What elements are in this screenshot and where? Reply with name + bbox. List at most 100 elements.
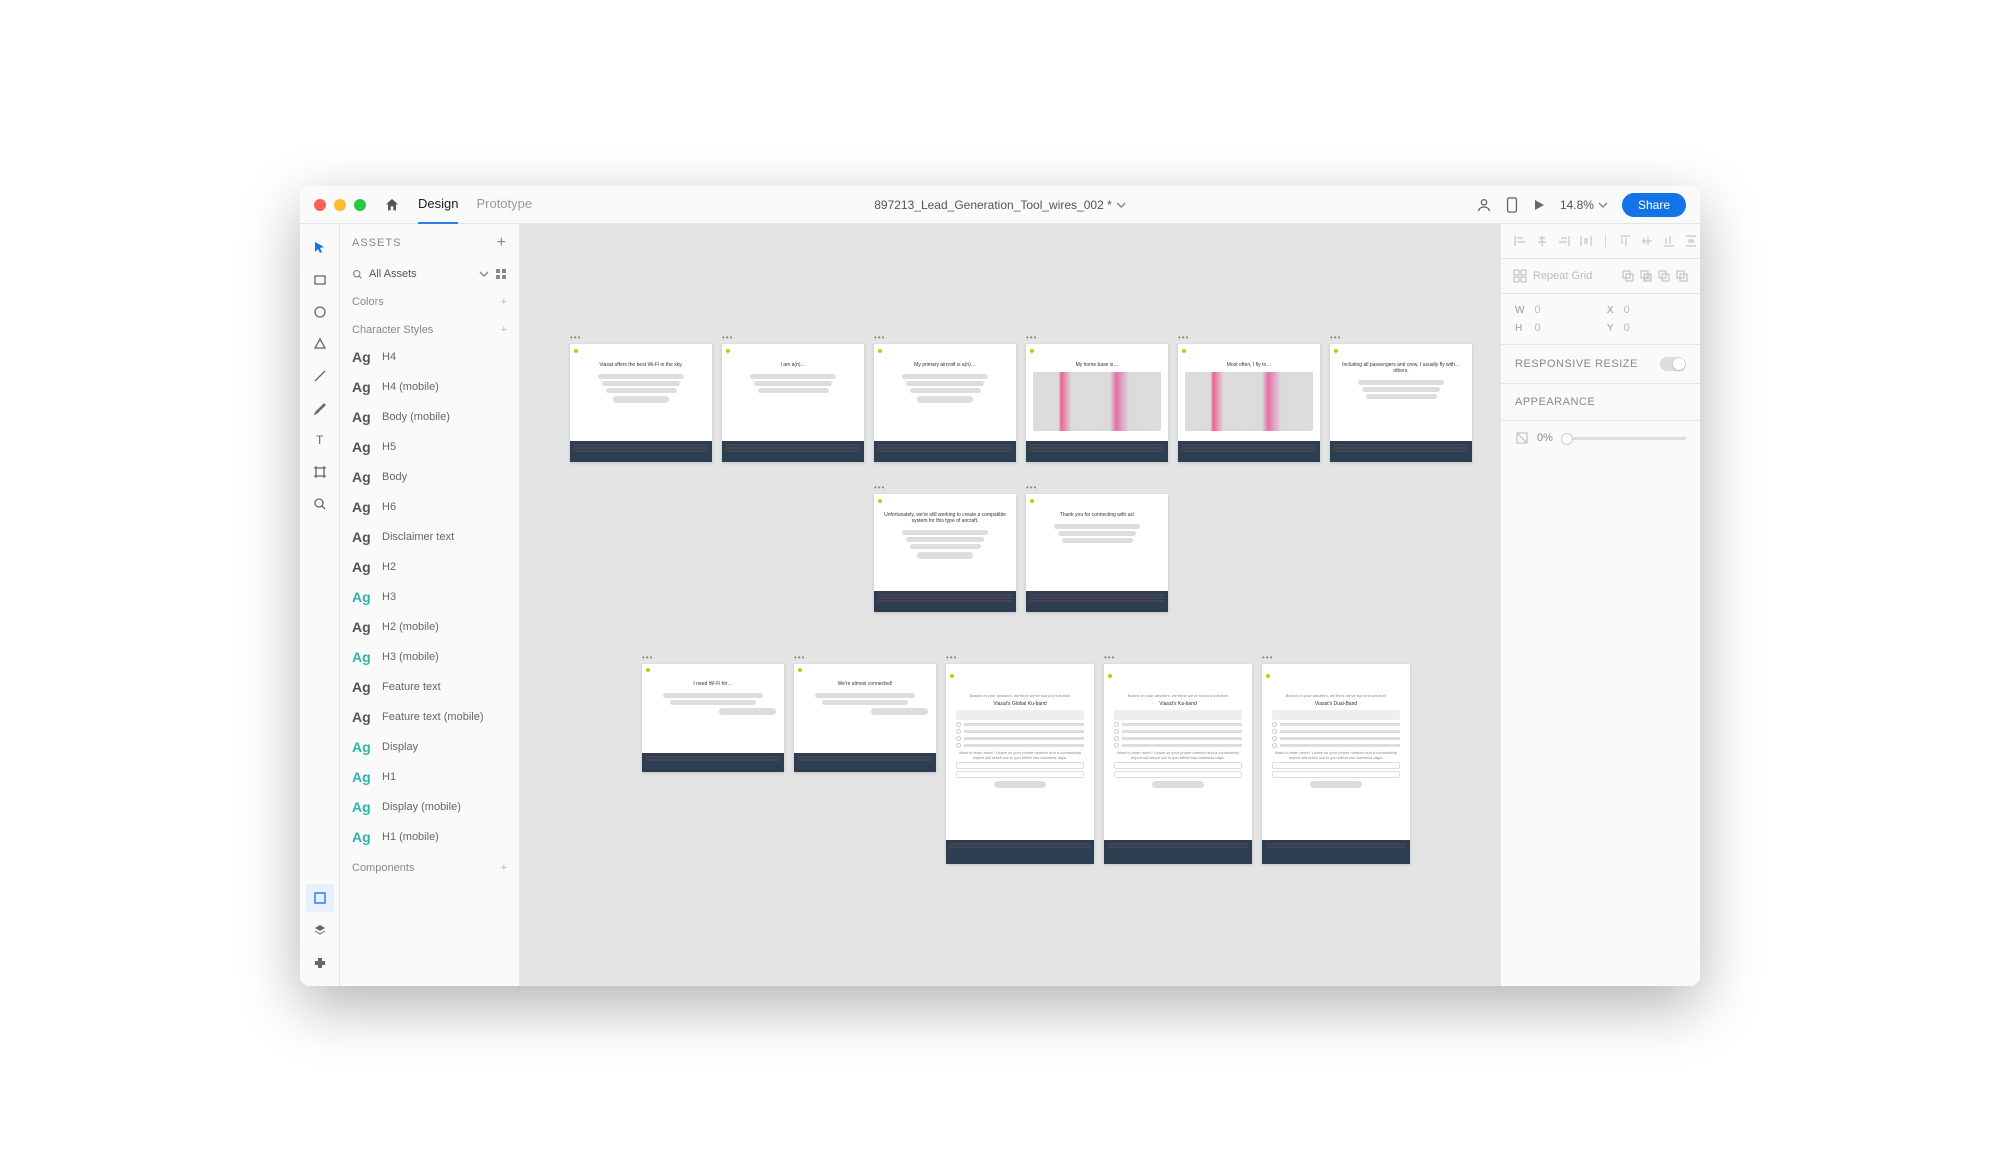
character-style-item[interactable]: AgH5 [340,432,519,462]
artboard[interactable]: Unfortunately, we're still working to cr… [874,494,1016,612]
character-style-item[interactable]: AgH3 [340,582,519,612]
play-icon[interactable] [1532,198,1546,212]
artboard-title: Based on your answers, we think we've fo… [1114,693,1242,698]
home-icon[interactable] [384,197,400,213]
zoom-level[interactable]: 14.8% [1560,198,1608,212]
polygon-tool[interactable] [306,330,334,358]
artboard[interactable]: Most often, I fly to… [1178,344,1320,462]
line-tool[interactable] [306,362,334,390]
character-style-item[interactable]: AgH1 (mobile) [340,822,519,852]
bool-intersect-icon[interactable] [1658,270,1670,282]
character-style-item[interactable]: AgH6 [340,492,519,522]
x-label: X [1607,305,1614,316]
bool-subtract-icon[interactable] [1640,270,1652,282]
user-icon[interactable] [1476,197,1492,213]
artboard[interactable]: Based on your answers, we think we've fo… [1262,664,1410,864]
character-style-item[interactable]: AgH2 [340,552,519,582]
character-style-item[interactable]: Ag H2 (mobile) [340,612,519,642]
style-label: Feature text (mobile) [382,711,483,723]
align-bottom-icon[interactable] [1662,234,1676,248]
character-style-item[interactable]: AgH4 (mobile) [340,372,519,402]
repeat-grid-label: Repeat Grid [1533,270,1592,282]
add-style-button[interactable]: + [501,324,507,336]
character-style-item[interactable]: AgBody [340,462,519,492]
artboard[interactable]: Including all passengers and crew, I usu… [1330,344,1472,462]
align-center-v-icon[interactable] [1640,234,1654,248]
character-style-item[interactable]: AgH4 [340,342,519,372]
distribute-v-icon[interactable] [1684,234,1698,248]
w-value[interactable]: 0 [1534,304,1596,316]
artboard-cta: Want to learn more? Leave us your phone … [1114,750,1242,760]
responsive-toggle[interactable] [1660,357,1686,371]
bool-exclude-icon[interactable] [1676,270,1688,282]
character-style-item[interactable]: AgDisplay [340,732,519,762]
chevron-down-icon [1116,200,1126,210]
bool-add-icon[interactable] [1622,270,1634,282]
device-preview-icon[interactable] [1506,197,1518,213]
tab-prototype[interactable]: Prototype [476,186,532,224]
artboard[interactable]: I need Wi-Fi for… [642,664,784,772]
colors-section-header[interactable]: Colors + [340,286,519,314]
plugins-panel-toggle[interactable] [306,948,334,976]
components-section-header[interactable]: Components + [340,852,519,880]
x-value[interactable]: 0 [1624,304,1686,316]
opacity-icon [1515,431,1529,445]
tab-design[interactable]: Design [418,186,458,224]
character-styles-section-header[interactable]: Character Styles + [340,314,519,342]
opacity-value[interactable]: 0% [1537,432,1553,444]
artboard[interactable]: Thank you for connecting with us! [1026,494,1168,612]
assets-filter-label: All Assets [369,268,473,280]
assets-panel-toggle[interactable] [306,884,334,912]
distribute-h-icon[interactable] [1579,234,1593,248]
artboard-tool[interactable] [306,458,334,486]
artboard[interactable]: My primary aircraft is a(n)… [874,344,1016,462]
repeat-grid-button[interactable]: Repeat Grid [1513,269,1612,283]
add-color-button[interactable]: + [501,296,507,308]
close-window-button[interactable] [314,199,326,211]
add-component-button[interactable]: + [501,862,507,874]
assets-header: ASSETS + [340,224,519,262]
share-button[interactable]: Share [1622,193,1686,217]
character-styles-label: Character Styles [352,324,433,336]
assets-filter[interactable]: All Assets [340,262,519,286]
artboard[interactable]: Based on your answers, we think we've fo… [946,664,1094,864]
layers-panel-toggle[interactable] [306,916,334,944]
character-style-item[interactable]: AgBody (mobile) [340,402,519,432]
h-value[interactable]: 0 [1534,322,1596,334]
character-style-item[interactable]: AgH1 [340,762,519,792]
opacity-slider[interactable] [1561,437,1686,440]
add-asset-button[interactable]: + [497,234,507,252]
zoom-tool[interactable] [306,490,334,518]
align-left-icon[interactable] [1513,234,1527,248]
document-title-text: 897213_Lead_Generation_Tool_wires_002 * [874,198,1112,212]
artboard[interactable]: Viasat offers the best Wi-Fi in the sky. [570,344,712,462]
grid-view-icon[interactable] [495,268,507,280]
text-tool[interactable]: T [306,426,334,454]
rectangle-tool[interactable] [306,266,334,294]
select-tool[interactable] [306,234,334,262]
artboard[interactable]: Based on your answers, we think we've fo… [1104,664,1252,864]
style-thumb: Ag [352,619,372,635]
align-top-icon[interactable] [1618,234,1632,248]
artboard-title: My primary aircraft is a(n)… [874,358,1016,372]
maximize-window-button[interactable] [354,199,366,211]
character-style-item[interactable]: AgH3 (mobile) [340,642,519,672]
minimize-window-button[interactable] [334,199,346,211]
style-label: Display (mobile) [382,801,461,813]
character-style-item[interactable]: AgFeature text [340,672,519,702]
character-style-item[interactable]: AgFeature text (mobile) [340,702,519,732]
ellipse-tool[interactable] [306,298,334,326]
align-center-h-icon[interactable] [1535,234,1549,248]
align-right-icon[interactable] [1557,234,1571,248]
style-thumb: Ag [352,529,372,545]
y-value[interactable]: 0 [1624,322,1686,334]
character-style-item[interactable]: AgDisplay (mobile) [340,792,519,822]
style-label: H2 (mobile) [382,621,439,633]
artboard[interactable]: My home base is… [1026,344,1168,462]
document-title[interactable]: 897213_Lead_Generation_Tool_wires_002 * [874,198,1126,212]
character-style-item[interactable]: AgDisclaimer text [340,522,519,552]
artboard[interactable]: I am a(n)… [722,344,864,462]
artboard[interactable]: We're almost connected! [794,664,936,772]
pen-tool[interactable] [306,394,334,422]
canvas[interactable]: Viasat offers the best Wi-Fi in the sky.… [520,224,1500,986]
